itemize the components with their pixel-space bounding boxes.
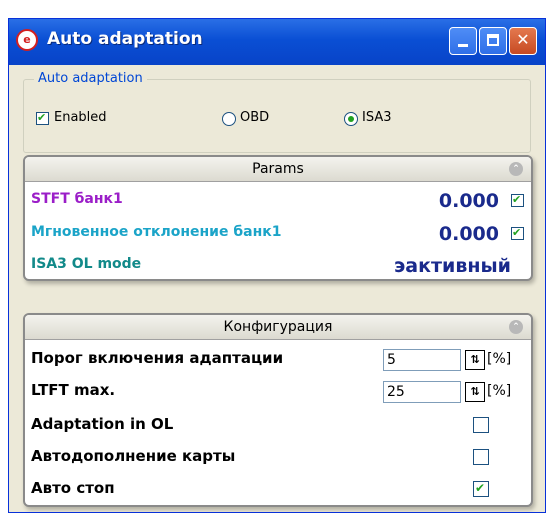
threshold-spinner[interactable]: ⇅: [465, 350, 485, 370]
enabled-checkbox[interactable]: [36, 111, 49, 125]
enabled-label: Enabled: [54, 110, 107, 125]
config-label-auto-stop: Авто стоп: [31, 479, 115, 497]
params-header[interactable]: Params ⌃: [25, 157, 531, 182]
config-label-auto-fill-map: Автодополнение карты: [31, 447, 236, 465]
config-label-ltft-max: LTFT max.: [31, 381, 116, 399]
title-bar[interactable]: e Auto adaptation: [9, 19, 545, 65]
param-status-ol-mode: эактивный: [394, 255, 511, 277]
isa3-label: ISA3: [362, 110, 392, 125]
app-logo-icon: e: [16, 29, 38, 51]
adaptation-ol-checkbox[interactable]: [473, 417, 489, 433]
auto-adaptation-group: Auto adaptation Enabled OBD ISA3: [23, 71, 531, 153]
threshold-input[interactable]: [383, 349, 461, 371]
maximize-button[interactable]: [479, 27, 507, 55]
param-label-ol-mode: ISA3 OL mode: [31, 256, 142, 272]
collapse-icon[interactable]: ⌃: [509, 320, 523, 334]
auto-stop-checkbox[interactable]: [473, 481, 489, 497]
ltft-max-input[interactable]: [383, 381, 461, 403]
config-panel: Конфигурация ⌃ Порог включения адаптации…: [23, 313, 533, 507]
config-label-threshold: Порог включения адаптации: [31, 349, 284, 367]
param-value-stft: 0.000: [438, 190, 499, 212]
auto-adaptation-window: e Auto adaptation Auto adaptation Enable…: [8, 18, 546, 513]
ltft-max-unit: [%]: [487, 383, 512, 399]
window-title: Auto adaptation: [47, 29, 203, 49]
params-title: Params: [252, 161, 304, 177]
param-label-deviation: Мгновенное отклонение банк1: [31, 224, 282, 240]
collapse-icon[interactable]: ⌃: [509, 162, 523, 176]
config-title: Конфигурация: [223, 319, 333, 335]
obd-radio[interactable]: [222, 112, 236, 126]
params-panel: Params ⌃ STFT банк1 0.000 Мгновенное отк…: [23, 155, 533, 281]
param-checkbox-deviation[interactable]: [511, 226, 524, 240]
param-checkbox-stft[interactable]: [511, 193, 524, 207]
group-legend: Auto adaptation: [34, 71, 147, 86]
obd-label: OBD: [240, 110, 270, 125]
auto-fill-map-checkbox[interactable]: [473, 449, 489, 465]
minimize-button[interactable]: [449, 27, 477, 55]
param-label-stft: STFT банк1: [31, 191, 123, 207]
config-label-adaptation-ol: Adaptation in OL: [31, 415, 174, 433]
ltft-max-spinner[interactable]: ⇅: [465, 382, 485, 402]
threshold-unit: [%]: [487, 351, 512, 367]
isa3-radio[interactable]: [344, 112, 358, 126]
param-value-deviation: 0.000: [438, 223, 499, 245]
close-button[interactable]: [509, 27, 537, 55]
config-header[interactable]: Конфигурация ⌃: [25, 315, 531, 340]
